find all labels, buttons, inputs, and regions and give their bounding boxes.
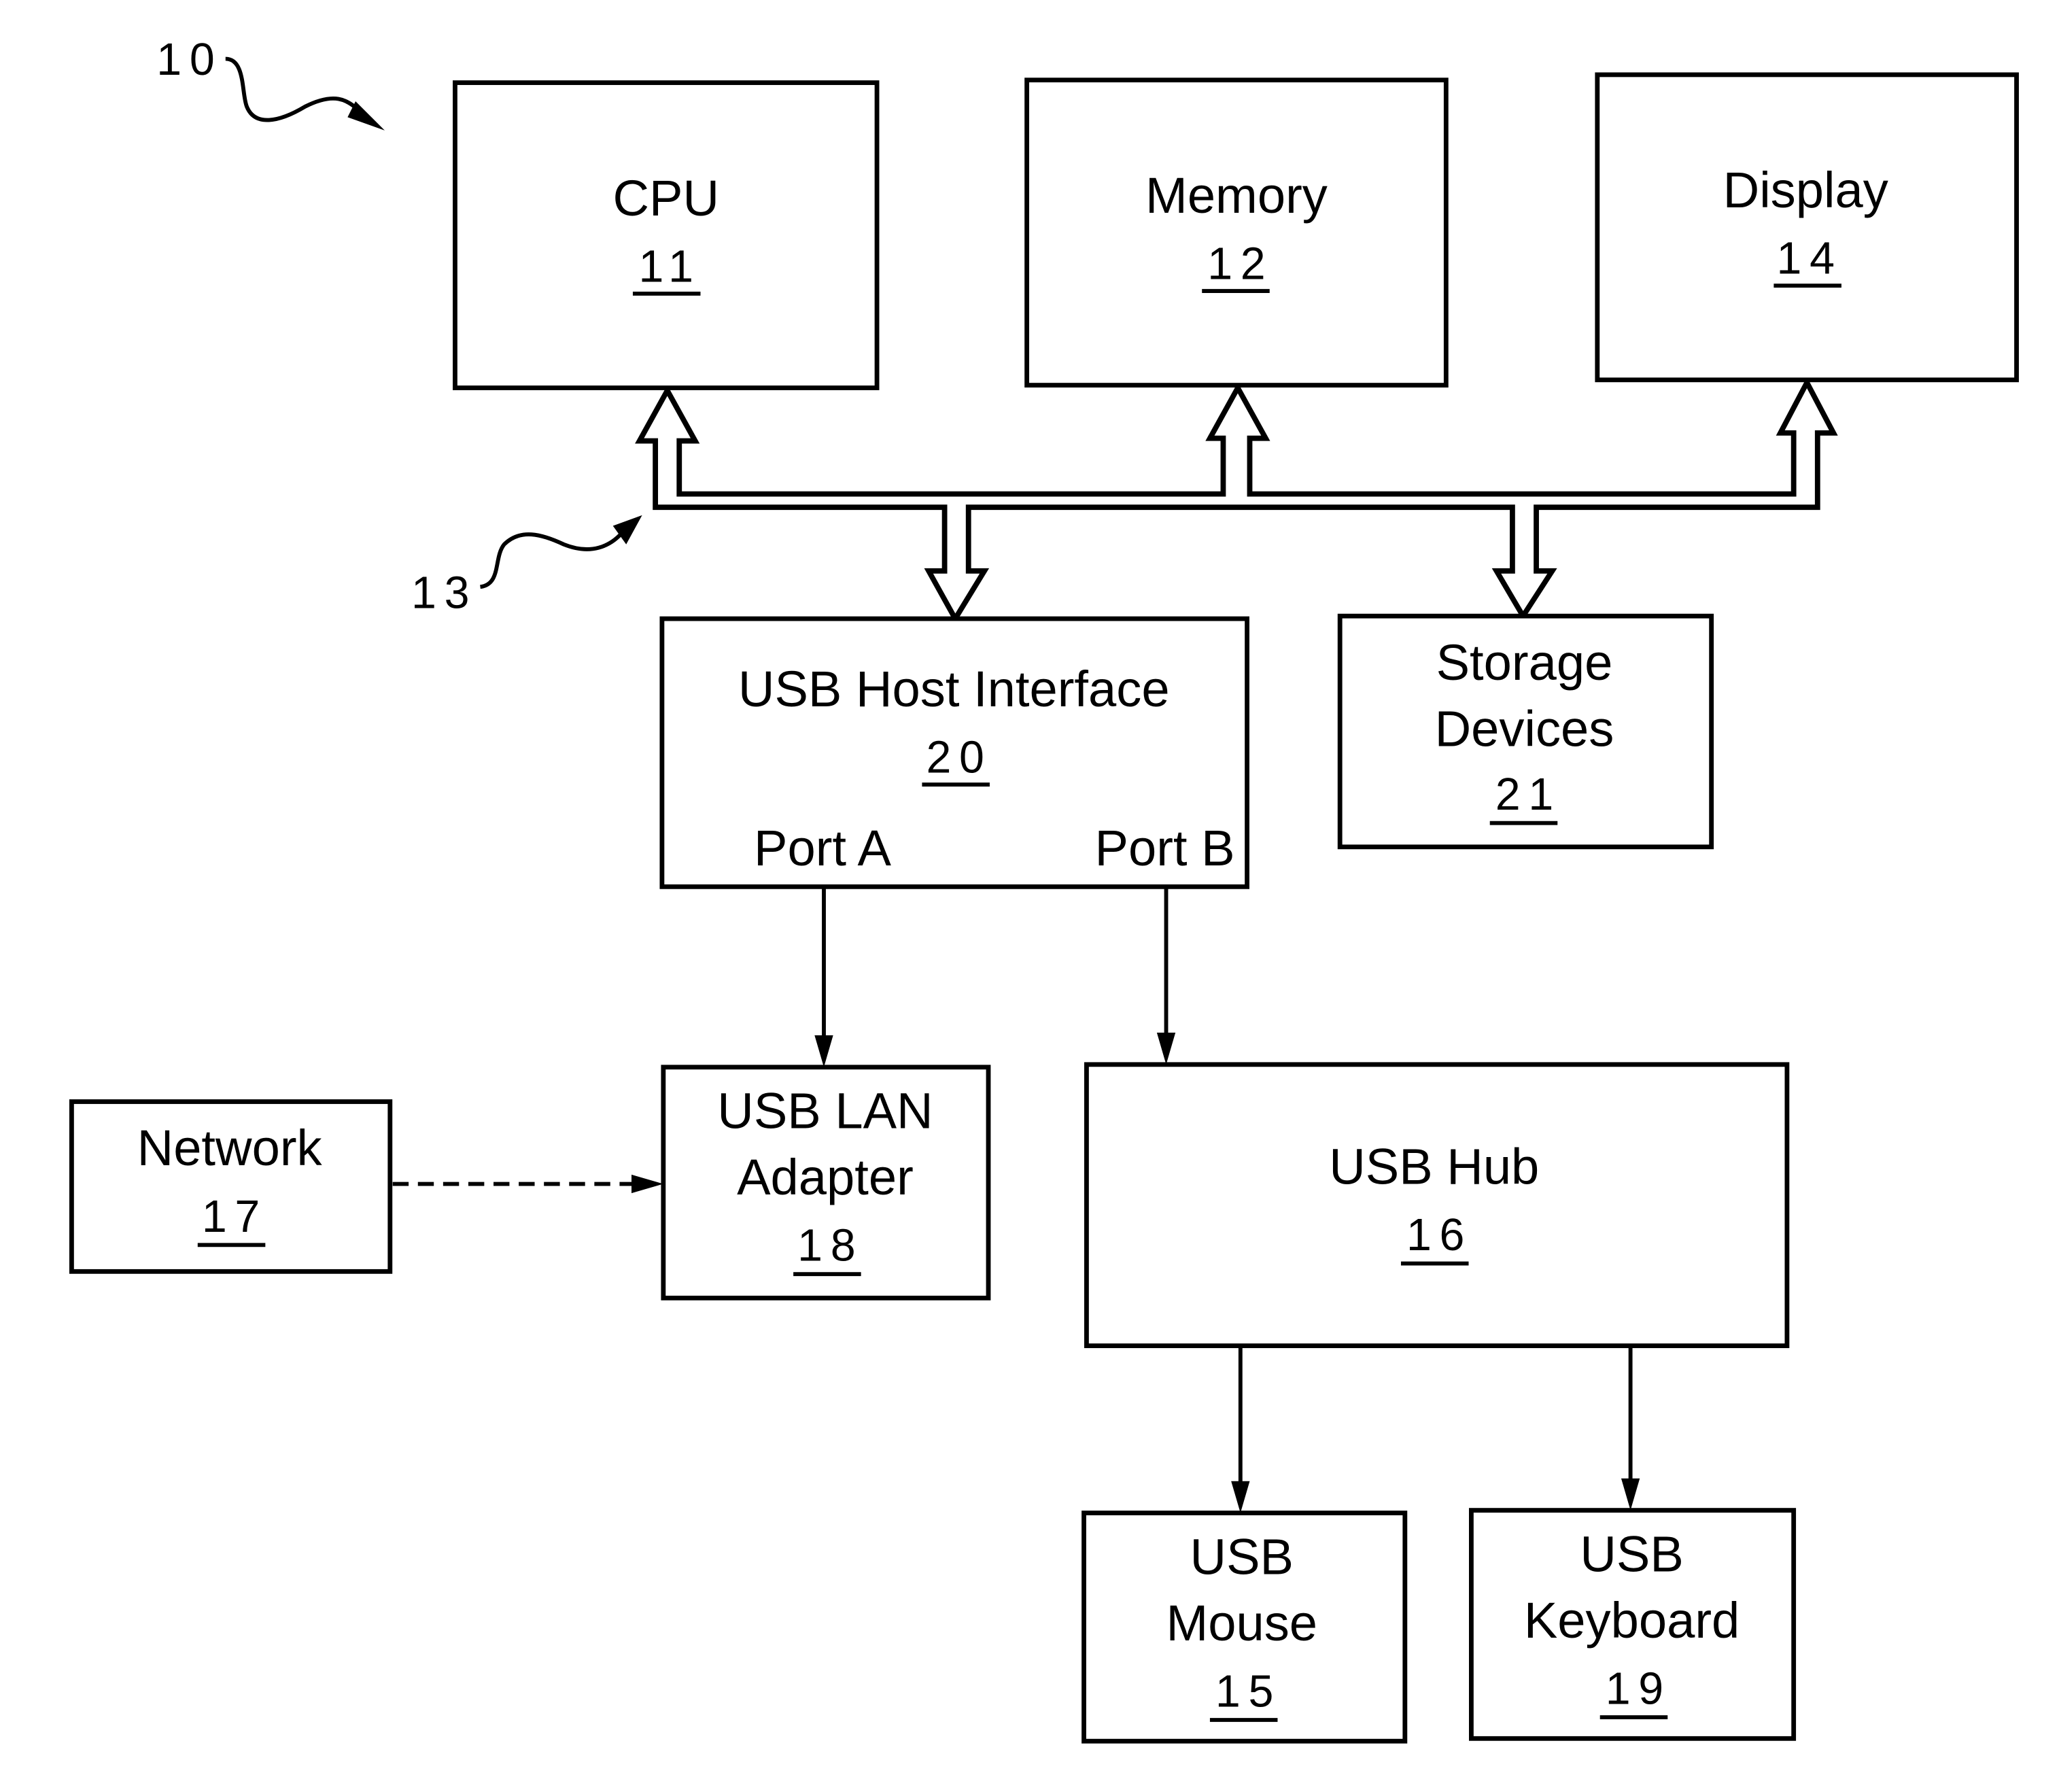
memory-block: Memory 12 [1024, 77, 1449, 388]
usb-lan-adapter-label-line2: Adapter [737, 1149, 914, 1205]
usb-mouse-block: USB Mouse 15 [1082, 1511, 1408, 1744]
storage-devices-number: 21 [1495, 770, 1561, 820]
usb-lan-adapter-number: 18 [797, 1221, 863, 1271]
port-b-label: Port B [1095, 820, 1235, 876]
network-to-lan-dashed-connector [392, 1174, 663, 1194]
display-label: Display [1723, 162, 1888, 218]
usb-hub-number: 16 [1406, 1210, 1472, 1260]
storage-devices-block: Storage Devices 21 [1337, 613, 1714, 850]
display-block: Display 14 [1595, 72, 2019, 383]
usb-hub-block: USB Hub 16 [1084, 1062, 1790, 1349]
display-number: 14 [1776, 234, 1842, 284]
hub-to-keyboard-connector [1621, 1345, 1640, 1511]
hub-to-mouse-connector [1231, 1345, 1250, 1513]
usb-keyboard-label-line1: USB [1580, 1526, 1683, 1582]
storage-devices-label-line1: Storage [1436, 634, 1613, 691]
port-b-to-hub-connector [1156, 886, 1176, 1065]
usb-mouse-number: 15 [1215, 1666, 1281, 1717]
network-block: Network 17 [69, 1099, 393, 1274]
cpu-label: CPU [612, 170, 719, 226]
usb-keyboard-number: 19 [1606, 1664, 1672, 1715]
usb-mouse-label-line1: USB [1190, 1528, 1294, 1585]
bus-reference-squiggle [479, 530, 625, 589]
cpu-number: 11 [638, 241, 701, 292]
usb-lan-adapter-label-line1: USB LAN [717, 1083, 933, 1139]
usb-keyboard-label-line2: Keyboard [1524, 1592, 1740, 1649]
usb-keyboard-block: USB Keyboard 19 [1468, 1508, 1797, 1741]
reference-squiggle-arrow [225, 56, 366, 122]
usb-host-interface-label: USB Host Interface [738, 661, 1170, 717]
usb-hub-label: USB Hub [1329, 1139, 1539, 1195]
usb-host-interface-block: USB Host Interface 20 Port A Port B [659, 616, 1249, 889]
memory-label: Memory [1145, 167, 1328, 224]
figure-reference-label: 10 [156, 35, 222, 85]
bus-reference-label: 13 [411, 568, 477, 618]
port-a-to-lan-connector [814, 886, 833, 1067]
storage-devices-label-line2: Devices [1435, 700, 1614, 757]
network-label: Network [137, 1120, 323, 1176]
usb-lan-adapter-block: USB LAN Adapter 18 [661, 1065, 991, 1300]
network-number: 17 [202, 1192, 268, 1242]
memory-number: 12 [1207, 239, 1273, 289]
cpu-block: CPU 11 [453, 80, 880, 390]
block-diagram: 10 13 CPU 11 Memory 12 Display 14 USB Ho… [69, 35, 2019, 1744]
port-a-label: Port A [754, 820, 892, 876]
usb-mouse-label-line2: Mouse [1166, 1595, 1317, 1651]
usb-host-interface-number: 20 [926, 732, 992, 782]
system-bus [635, 377, 1838, 624]
